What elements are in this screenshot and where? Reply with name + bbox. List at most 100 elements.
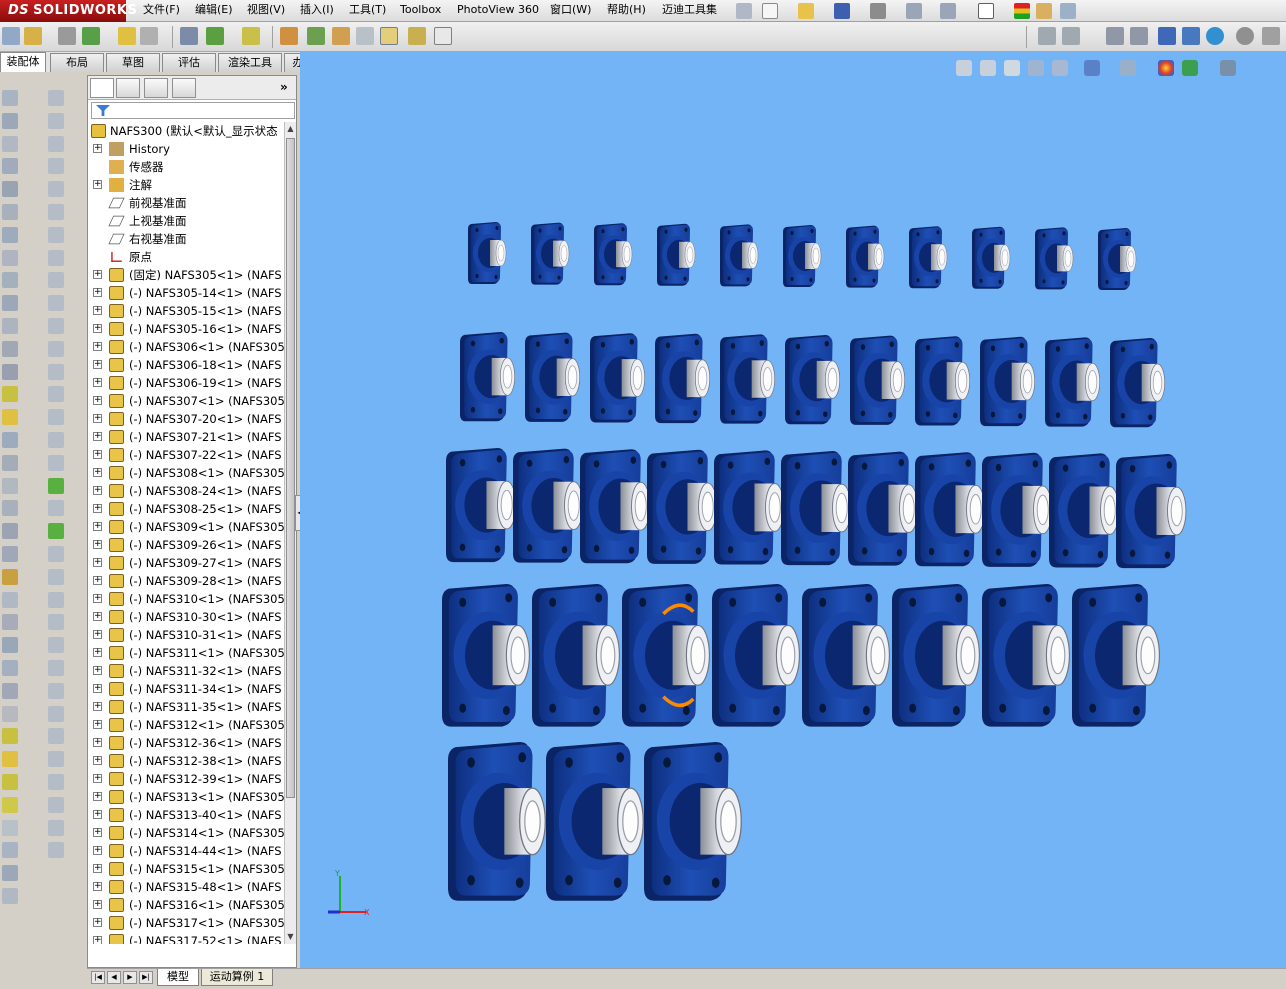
feature-tree-scrollbar[interactable]: ▲ ▼ — [284, 122, 296, 944]
command-tool-icon[interactable] — [48, 295, 64, 312]
corner-icon[interactable] — [1130, 27, 1148, 45]
feature-tree-filter[interactable] — [91, 102, 295, 119]
expand-toggle-icon[interactable]: + — [93, 846, 102, 855]
expand-toggle-icon[interactable]: + — [93, 738, 102, 747]
expand-toggle-icon[interactable]: + — [93, 936, 102, 944]
view-orientation-icon[interactable] — [2, 27, 20, 45]
command-tool-icon[interactable] — [2, 523, 18, 540]
tree-node[interactable]: + (-) NAFS314<1> (NAFS305 — [88, 824, 284, 842]
command-tool-icon[interactable] — [48, 660, 64, 676]
flange-bearing-part[interactable] — [846, 225, 885, 288]
mate-icon[interactable] — [1106, 27, 1124, 45]
menu-edit[interactable]: 编辑(E) — [191, 0, 237, 22]
flange-bearing-part[interactable] — [982, 584, 1070, 727]
tree-node[interactable]: + (-) NAFS311-32<1> (NAFS — [88, 662, 284, 680]
flange-bearing-part[interactable] — [525, 332, 581, 422]
expand-toggle-icon[interactable]: + — [93, 540, 102, 549]
tree-root-assembly[interactable]: NAFS300 (默认<默认_显示状态 — [88, 122, 284, 140]
tab-model[interactable]: 模型 — [157, 969, 199, 986]
command-tool-icon[interactable] — [2, 637, 18, 654]
flange-bearing-part[interactable] — [1049, 453, 1120, 568]
tree-node[interactable]: + (-) NAFS316<1> (NAFS305 — [88, 896, 284, 914]
flange-bearing-part[interactable] — [1098, 228, 1137, 290]
flange-bearing-part[interactable] — [580, 449, 651, 564]
tab-layout[interactable]: 布局 — [50, 53, 104, 72]
expand-toggle-icon[interactable]: + — [93, 270, 102, 279]
flange-bearing-part[interactable] — [531, 222, 570, 285]
command-tool-icon[interactable] — [48, 682, 64, 699]
command-tool-icon[interactable] — [48, 728, 64, 745]
command-tool-icon[interactable] — [2, 888, 18, 904]
flange-bearing-part[interactable] — [460, 332, 516, 422]
expand-toggle-icon[interactable]: + — [93, 594, 102, 603]
expand-toggle-icon[interactable]: + — [93, 774, 102, 783]
command-tool-icon[interactable] — [2, 660, 18, 676]
command-tool-icon[interactable] — [2, 181, 18, 198]
expand-toggle-icon[interactable]: + — [93, 684, 102, 693]
command-tool-icon[interactable] — [2, 865, 18, 882]
property-manager-tab-icon[interactable] — [116, 78, 140, 98]
select-arrow-icon[interactable] — [978, 3, 994, 19]
flange-bearing-part[interactable] — [513, 448, 584, 563]
flange-bearing-part[interactable] — [1072, 584, 1160, 727]
undo-icon[interactable] — [906, 3, 922, 19]
command-tool-icon[interactable] — [2, 682, 18, 699]
flange-bearing-part[interactable] — [850, 335, 906, 425]
expand-toggle-icon[interactable]: + — [93, 810, 102, 819]
flange-bearing-part[interactable] — [1116, 454, 1187, 569]
tree-node[interactable]: + (-) NAFS309-28<1> (NAFS — [88, 572, 284, 590]
command-tool-icon[interactable] — [2, 614, 18, 631]
tree-node[interactable]: 右视基准面 — [88, 230, 284, 248]
flange-bearing-part[interactable] — [622, 584, 710, 727]
flange-bearing-part[interactable] — [714, 450, 785, 565]
flange-bearing-part[interactable] — [546, 742, 644, 901]
tree-node[interactable]: + (-) NAFS317<1> (NAFS305 — [88, 914, 284, 932]
instant3d-icon[interactable] — [380, 27, 398, 45]
flange-bearing-part[interactable] — [712, 584, 800, 727]
flange-bearing-part[interactable] — [720, 224, 759, 287]
expand-toggle-icon[interactable]: + — [93, 180, 102, 189]
smart-fasteners-icon[interactable] — [118, 27, 136, 45]
tab-evaluate[interactable]: 评估 — [162, 53, 216, 72]
expand-toggle-icon[interactable]: + — [93, 378, 102, 387]
redo-icon[interactable] — [940, 3, 956, 19]
last-tab-arrow-icon[interactable]: ▶| — [139, 971, 153, 984]
flange-bearing-part[interactable] — [468, 222, 507, 284]
menu-view[interactable]: 视图(V) — [243, 0, 289, 22]
new-document-icon[interactable] — [762, 3, 778, 19]
take-snapshot-icon[interactable] — [434, 27, 452, 45]
expand-toggle-icon[interactable]: + — [93, 720, 102, 729]
command-tool-icon[interactable] — [2, 409, 18, 426]
expand-toggle-icon[interactable]: + — [93, 882, 102, 891]
tree-node[interactable]: + (-) NAFS308-25<1> (NAFS — [88, 500, 284, 518]
command-tool-icon[interactable] — [48, 158, 64, 175]
command-tool-icon[interactable] — [48, 90, 64, 106]
command-tool-icon[interactable] — [48, 751, 64, 768]
expand-toggle-icon[interactable]: + — [93, 432, 102, 441]
tab-assembly[interactable]: 装配体 — [0, 52, 46, 72]
tree-node[interactable]: 传感器 — [88, 158, 284, 176]
configuration-manager-tab-icon[interactable] — [144, 78, 168, 98]
tree-node[interactable]: + (-) NAFS315-48<1> (NAFS — [88, 878, 284, 896]
tree-node[interactable]: + (-) NAFS312<1> (NAFS305 — [88, 716, 284, 734]
command-tool-icon[interactable] — [48, 454, 64, 471]
command-tool-icon[interactable] — [2, 728, 18, 745]
tree-node[interactable]: + (-) NAFS305-14<1> (NAFS — [88, 284, 284, 302]
command-tool-icon[interactable] — [48, 249, 64, 266]
command-tool-icon[interactable] — [2, 454, 18, 471]
command-tool-icon[interactable] — [48, 204, 64, 220]
expand-toggle-icon[interactable]: + — [93, 612, 102, 621]
globe-icon[interactable] — [1206, 27, 1224, 45]
flange-bearing-part[interactable] — [1110, 338, 1166, 428]
show-hidden-icon[interactable] — [180, 27, 198, 45]
flange-bearing-part[interactable] — [982, 452, 1053, 567]
command-tool-icon[interactable] — [48, 523, 64, 540]
expand-toggle-icon[interactable]: + — [93, 918, 102, 927]
command-tool-icon[interactable] — [2, 272, 18, 289]
tree-node[interactable]: + (-) NAFS306-18<1> (NAFS — [88, 356, 284, 374]
flange-bearing-part[interactable] — [909, 226, 948, 289]
component-tree-icon[interactable] — [1182, 27, 1200, 45]
smart-dimension-icon[interactable] — [1062, 27, 1080, 45]
command-tool-icon[interactable] — [2, 295, 18, 312]
first-tab-arrow-icon[interactable]: |◀ — [91, 971, 105, 984]
